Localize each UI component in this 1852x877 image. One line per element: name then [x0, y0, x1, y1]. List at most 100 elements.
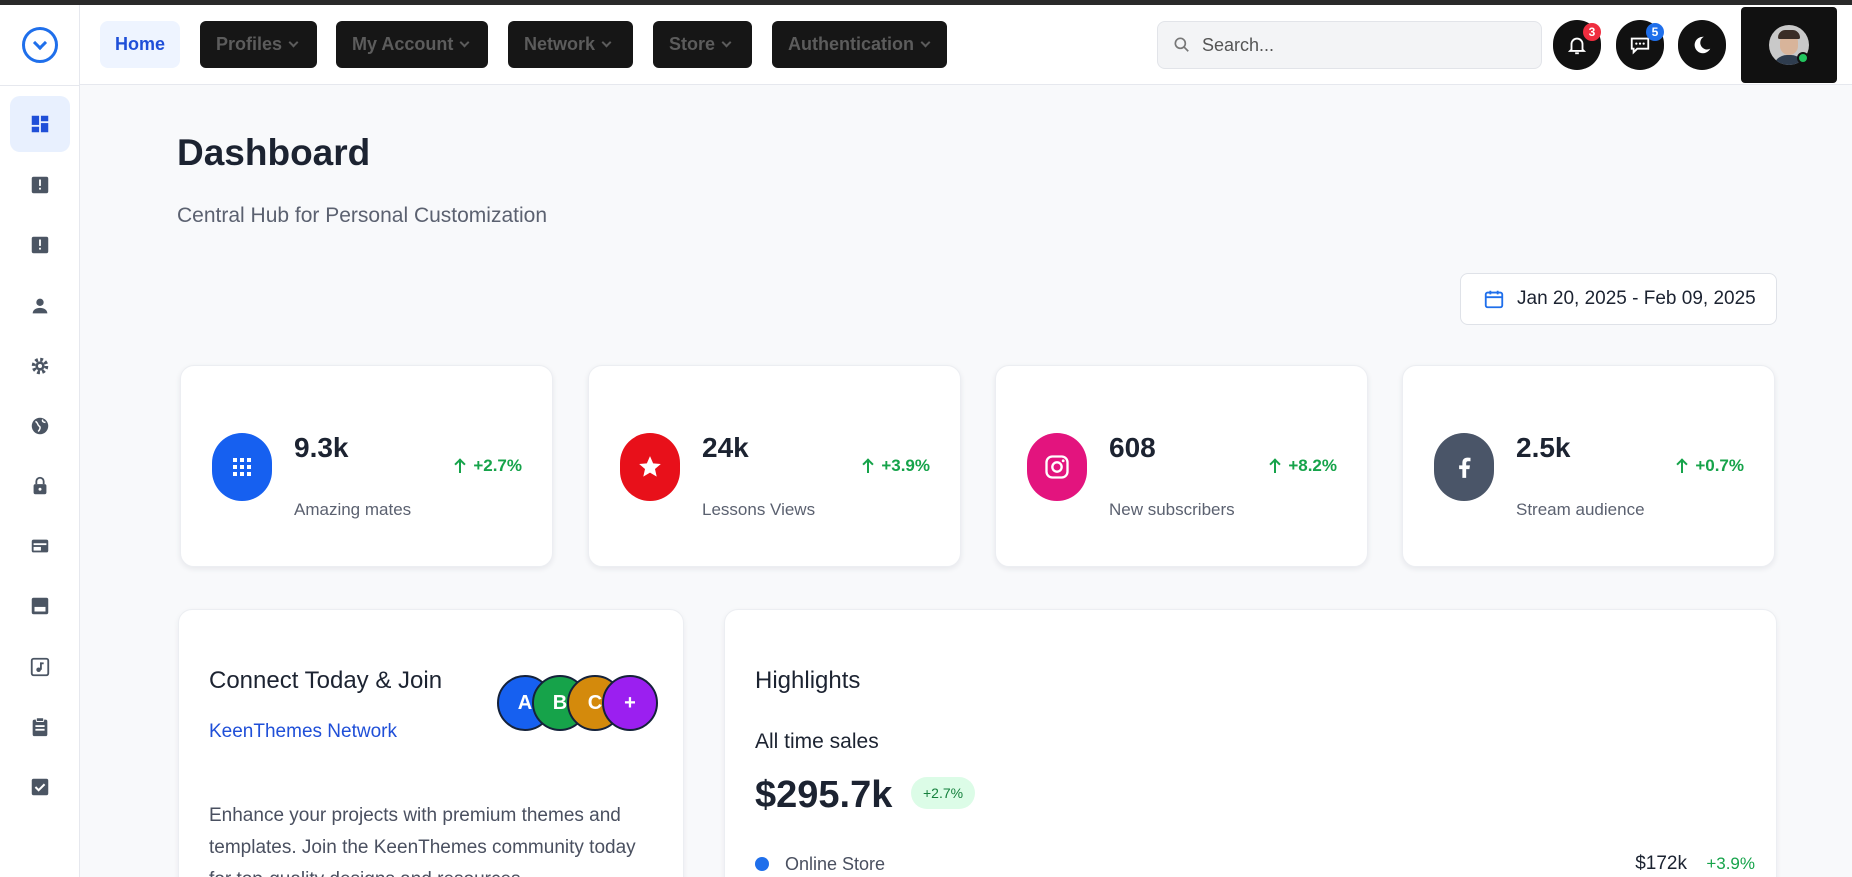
stat-card-audience: 2.5k Stream audience +0.7%: [1402, 365, 1775, 567]
stat-value: 24k: [702, 432, 749, 463]
stat-card-lessons: 24k Lessons Views +3.9%: [588, 365, 961, 567]
stat-change: +3.9%: [863, 456, 930, 476]
sidebar-item-alerts[interactable]: [10, 217, 70, 273]
stat-change: +0.7%: [1677, 456, 1744, 476]
keenthemes-network-link[interactable]: KeenThemes Network: [209, 721, 397, 743]
arrow-up-icon: [455, 459, 465, 473]
stat-card-subscribers: 608 New subscribers +8.2%: [995, 365, 1368, 567]
highlights-row-change: +3.9%: [1706, 854, 1755, 873]
stat-value: 9.3k: [294, 432, 349, 463]
notifications-button[interactable]: 3: [1553, 20, 1601, 70]
page-title: Dashboard: [177, 132, 371, 173]
dashboard-icon: [31, 115, 49, 133]
sidebar-item-tasks[interactable]: [10, 699, 70, 755]
date-range-picker[interactable]: Jan 20, 2025 - Feb 09, 2025: [1460, 273, 1777, 325]
gear-icon: [31, 357, 49, 375]
chevron-down-icon: [288, 37, 299, 47]
info-square-icon: [31, 176, 49, 194]
stat-change: +8.2%: [1270, 456, 1337, 476]
avatar-group: A B C +: [497, 675, 658, 731]
stat-change-value: +3.9%: [881, 456, 930, 475]
card-icon: [31, 539, 49, 553]
facebook-icon: [1434, 433, 1494, 501]
chevron-down-icon: [459, 37, 470, 47]
alert-square-icon: [31, 236, 49, 254]
chevron-down-icon: [920, 37, 931, 47]
sidebar-item-checklist[interactable]: [10, 759, 70, 815]
highlights-title: Highlights: [755, 667, 861, 694]
sidebar-item-info[interactable]: [10, 157, 70, 213]
nav-profiles-label: Profiles: [216, 34, 283, 54]
nav-authentication-dropdown[interactable]: Authentication: [772, 21, 947, 68]
checkbox-icon: [31, 778, 49, 796]
page-subtitle: Central Hub for Personal Customization: [177, 204, 548, 227]
connect-card: Connect Today & Join KeenThemes Network …: [178, 609, 684, 877]
add-member-avatar[interactable]: +: [602, 675, 658, 731]
highlights-row-value: $172k: [1635, 853, 1687, 874]
stat-change-value: +2.7%: [473, 456, 522, 475]
stat-label: Stream audience: [1516, 500, 1645, 519]
sidebar-item-network[interactable]: [10, 398, 70, 454]
grid-icon: [212, 433, 272, 501]
stat-label: Lessons Views: [702, 500, 816, 519]
stat-label: New subscribers: [1109, 500, 1235, 519]
connect-description: Enhance your projects with premium theme…: [209, 805, 636, 877]
highlights-subtitle: All time sales: [755, 730, 879, 753]
messages-button[interactable]: 5: [1616, 20, 1664, 70]
sidebar-item-dashboard[interactable]: [10, 96, 70, 152]
nav-store-label: Store: [669, 34, 716, 54]
sidebar-item-user[interactable]: [10, 278, 70, 334]
theme-toggle-button[interactable]: [1678, 20, 1726, 70]
user-icon: [32, 298, 48, 314]
music-icon: [30, 657, 50, 677]
arrow-up-icon: [1677, 459, 1687, 473]
notifications-badge: 3: [1583, 23, 1601, 41]
stat-value: 2.5k: [1516, 432, 1571, 463]
nav-home[interactable]: Home: [100, 21, 180, 68]
calendar-icon: [1484, 290, 1504, 309]
search-box[interactable]: [1157, 21, 1542, 69]
sidebar-divider: [0, 85, 80, 86]
online-status-dot: [1797, 52, 1809, 64]
chevron-down-icon: [601, 37, 612, 47]
nav-my-account-dropdown[interactable]: My Account: [336, 21, 488, 68]
stat-change-value: +8.2%: [1288, 456, 1337, 475]
stat-change: +2.7%: [455, 456, 522, 476]
nav-authentication-label: Authentication: [788, 34, 914, 54]
highlights-total: $295.7k: [755, 774, 893, 816]
sidebar-item-mp[interactable]: [10, 578, 70, 634]
date-range-label: Jan 20, 2025 - Feb 09, 2025: [1517, 288, 1756, 309]
highlights-row-label: Online Store: [785, 853, 886, 874]
connect-title: Connect Today & Join: [209, 667, 443, 694]
user-menu-button[interactable]: [1741, 7, 1837, 83]
nav-network-label: Network: [524, 34, 596, 54]
nav-my-account-label: My Account: [352, 34, 454, 54]
star-icon: [620, 433, 680, 501]
search-input[interactable]: [1202, 34, 1522, 56]
stat-change-value: +0.7%: [1695, 456, 1744, 475]
moon-icon: [1694, 36, 1711, 54]
nav-profiles-dropdown[interactable]: Profiles: [200, 21, 317, 68]
sidebar-item-settings[interactable]: [10, 338, 70, 394]
search-icon: [1174, 37, 1189, 52]
stat-label: Amazing mates: [294, 500, 412, 519]
clipboard-icon: [32, 717, 48, 737]
globe-icon: [31, 417, 49, 435]
highlights-card: Highlights All time sales $295.7k +2.7% …: [724, 609, 1777, 877]
sidebar: [0, 5, 80, 877]
nav-store-dropdown[interactable]: Store: [653, 21, 752, 68]
chevron-down-icon: [721, 37, 732, 47]
sidebar-item-music[interactable]: [10, 639, 70, 695]
highlights-change-badge: +2.7%: [911, 777, 976, 809]
sidebar-item-security[interactable]: [10, 458, 70, 514]
logo-icon[interactable]: [22, 27, 58, 63]
instagram-icon: [1027, 433, 1087, 501]
arrow-up-icon: [1270, 459, 1280, 473]
highlights-row: Online Store $172k +3.9%: [755, 850, 1755, 877]
sidebar-item-billing[interactable]: [10, 518, 70, 574]
messages-badge: 5: [1646, 23, 1664, 41]
stat-value: 608: [1109, 432, 1156, 463]
mp-icon: [31, 597, 49, 615]
stat-card-mates: 9.3k Amazing mates +2.7%: [180, 365, 553, 567]
nav-network-dropdown[interactable]: Network: [508, 21, 633, 68]
